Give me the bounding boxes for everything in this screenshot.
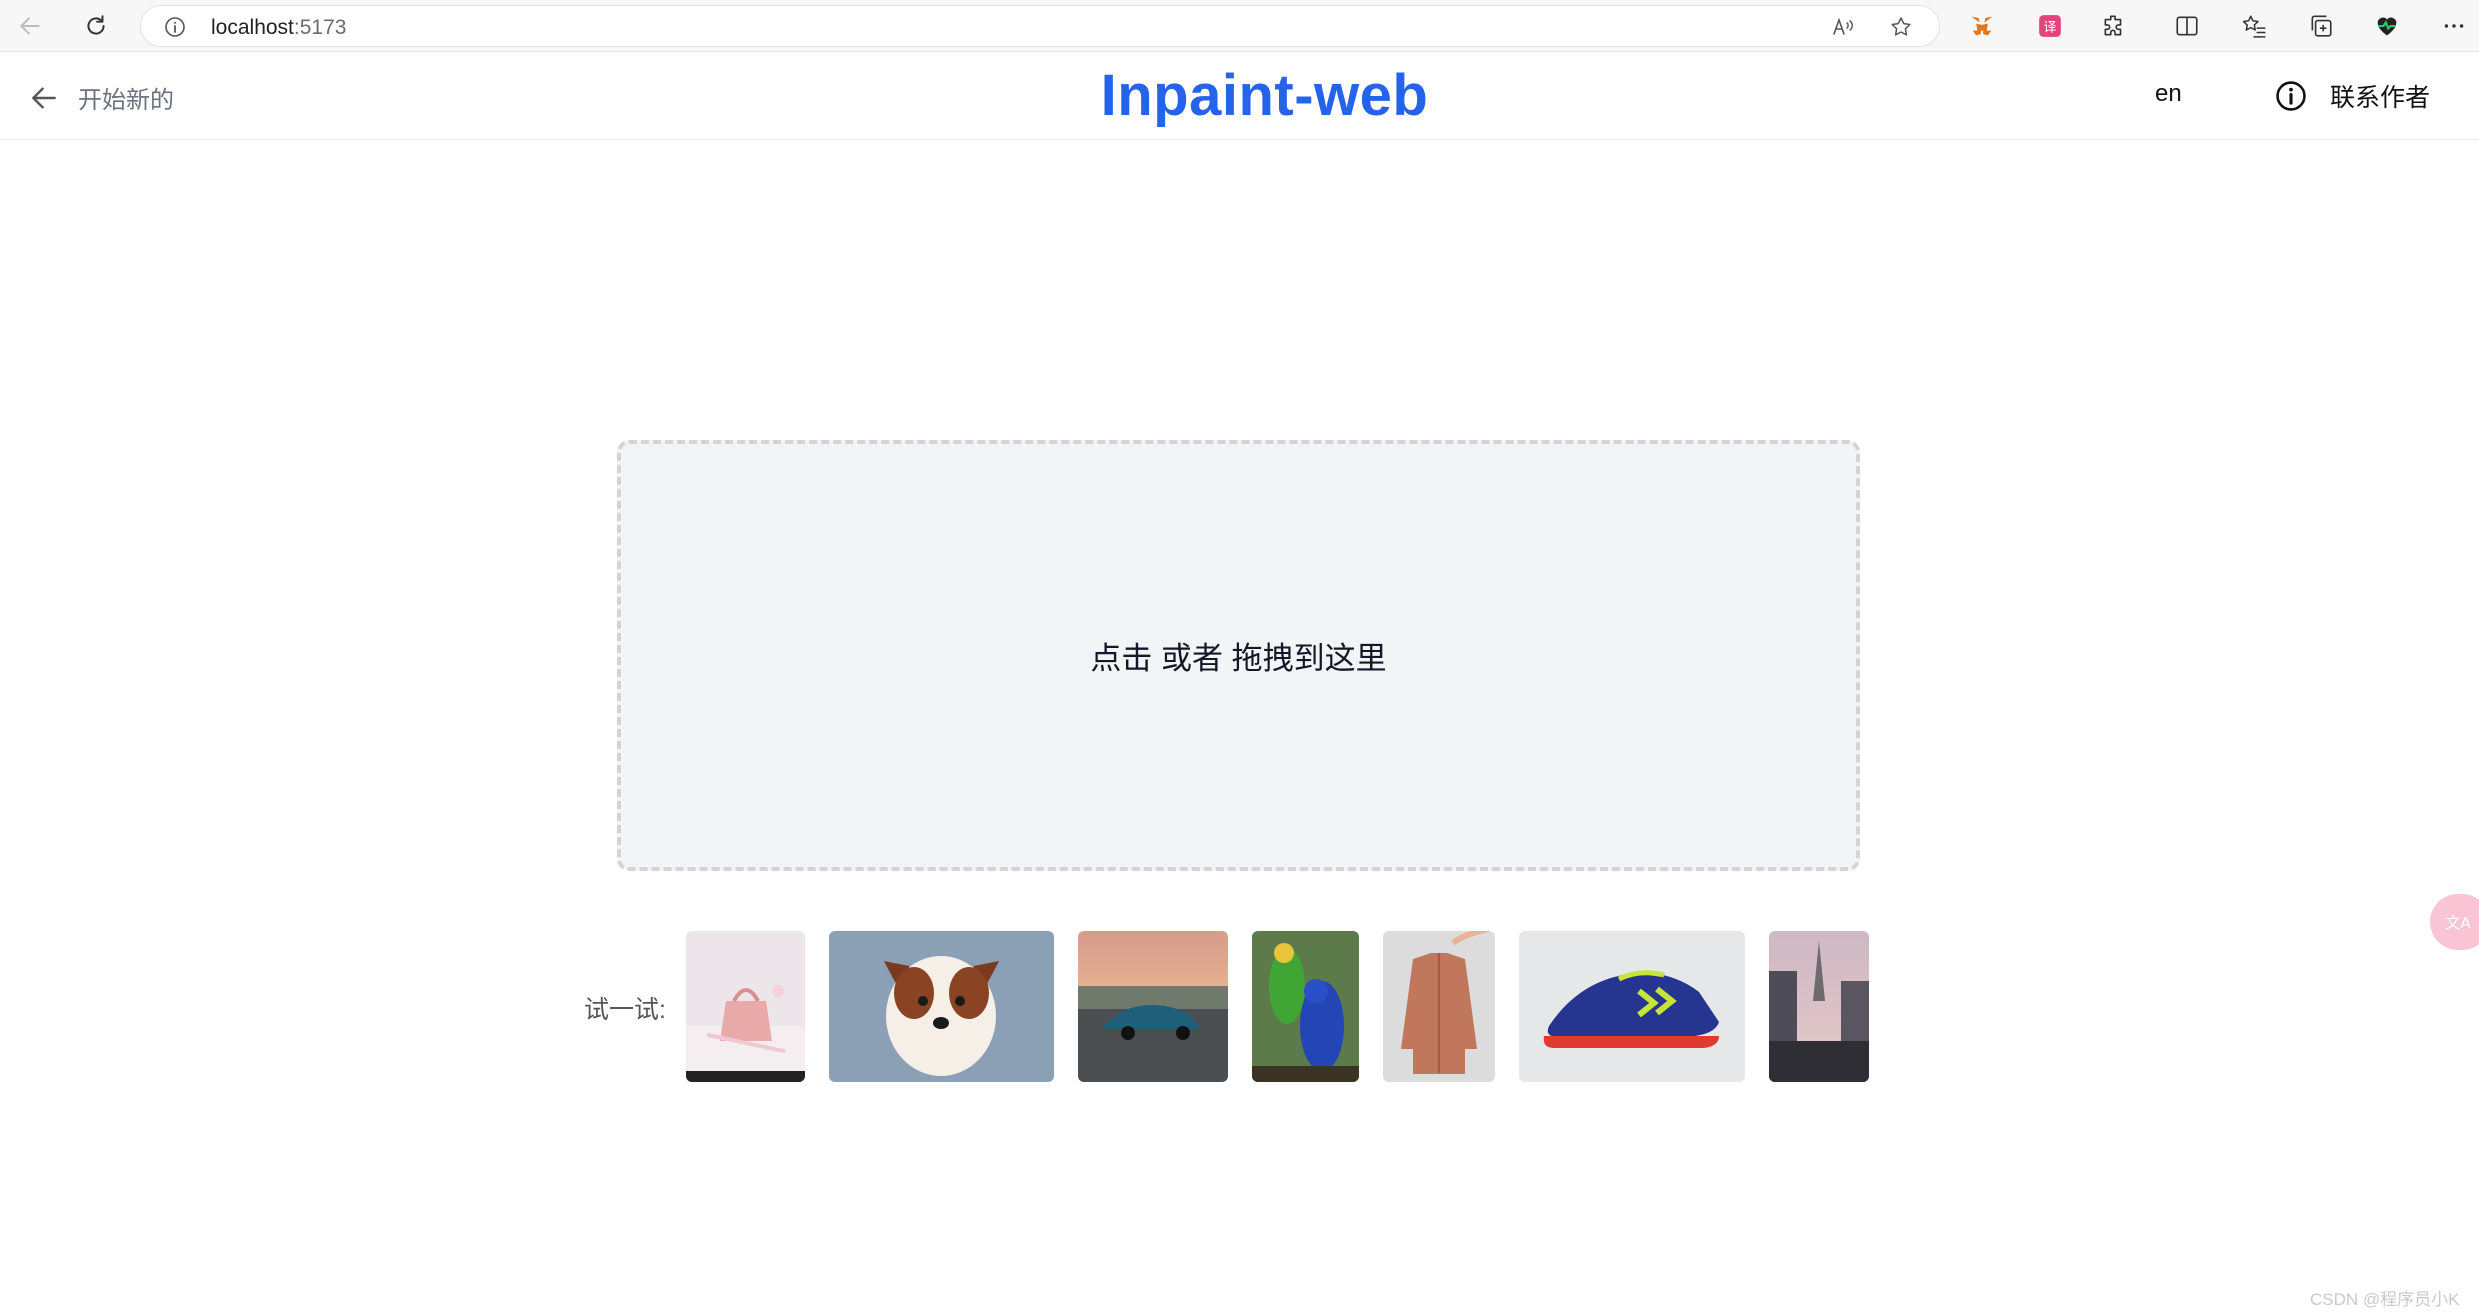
browser-reload-button[interactable] [78,8,114,44]
floating-translate-button[interactable]: 文A [2430,894,2479,950]
svg-text:译: 译 [2043,20,2056,35]
app-header: 开始新的 Inpaint-web en 联系作者 [0,52,2479,140]
translate-extension-icon[interactable]: 译 [2036,12,2064,40]
translate-icon: 文A [2445,914,2471,932]
page-title: Inpaint-web [1100,63,1429,128]
extensions-puzzle-icon[interactable] [2100,12,2128,40]
arrow-left-icon [20,17,40,35]
sample-image-dog[interactable] [829,931,1054,1082]
collections-icon[interactable] [2307,12,2335,40]
metamask-extension-icon[interactable] [1968,12,1996,40]
sample-image-bag[interactable] [686,931,805,1082]
address-bar[interactable]: localhost:5173 [140,5,1940,47]
favorite-star-icon[interactable] [1889,15,1913,39]
upload-dropzone[interactable]: 点击 或者 拖拽到这里 [617,440,1860,871]
sample-image-paris[interactable] [1769,931,1869,1082]
sample-image-shoe[interactable] [1519,931,1745,1082]
language-switch-button[interactable]: en [2155,80,2182,108]
browser-back-button[interactable] [12,8,48,44]
address-text: localhost:5173 [211,16,347,39]
try-samples-label: 试一试: [584,996,666,1024]
contact-author-label: 联系作者 [2330,84,2431,112]
sample-image-jacket[interactable] [1383,931,1495,1082]
split-screen-icon[interactable] [2173,12,2201,40]
contact-author-button[interactable]: 联系作者 [2274,78,2430,114]
svg-text:文A: 文A [2445,914,2471,932]
info-icon [2276,81,2306,111]
more-menu-icon[interactable] [2440,12,2468,40]
dropzone-text: 点击 或者 拖拽到这里 [1090,641,1387,676]
browser-essentials-icon[interactable] [2373,12,2401,40]
sample-image-car[interactable] [1078,931,1228,1082]
reload-icon [87,15,105,35]
watermark-text: CSDN @程序员小K [2310,1290,2460,1309]
read-aloud-icon[interactable] [1831,15,1855,39]
browser-toolbar: localhost:5173 译 [0,0,2479,52]
favorites-list-icon[interactable] [2240,12,2268,40]
sample-image-parrots[interactable] [1252,931,1359,1082]
site-info-icon[interactable] [163,15,187,44]
